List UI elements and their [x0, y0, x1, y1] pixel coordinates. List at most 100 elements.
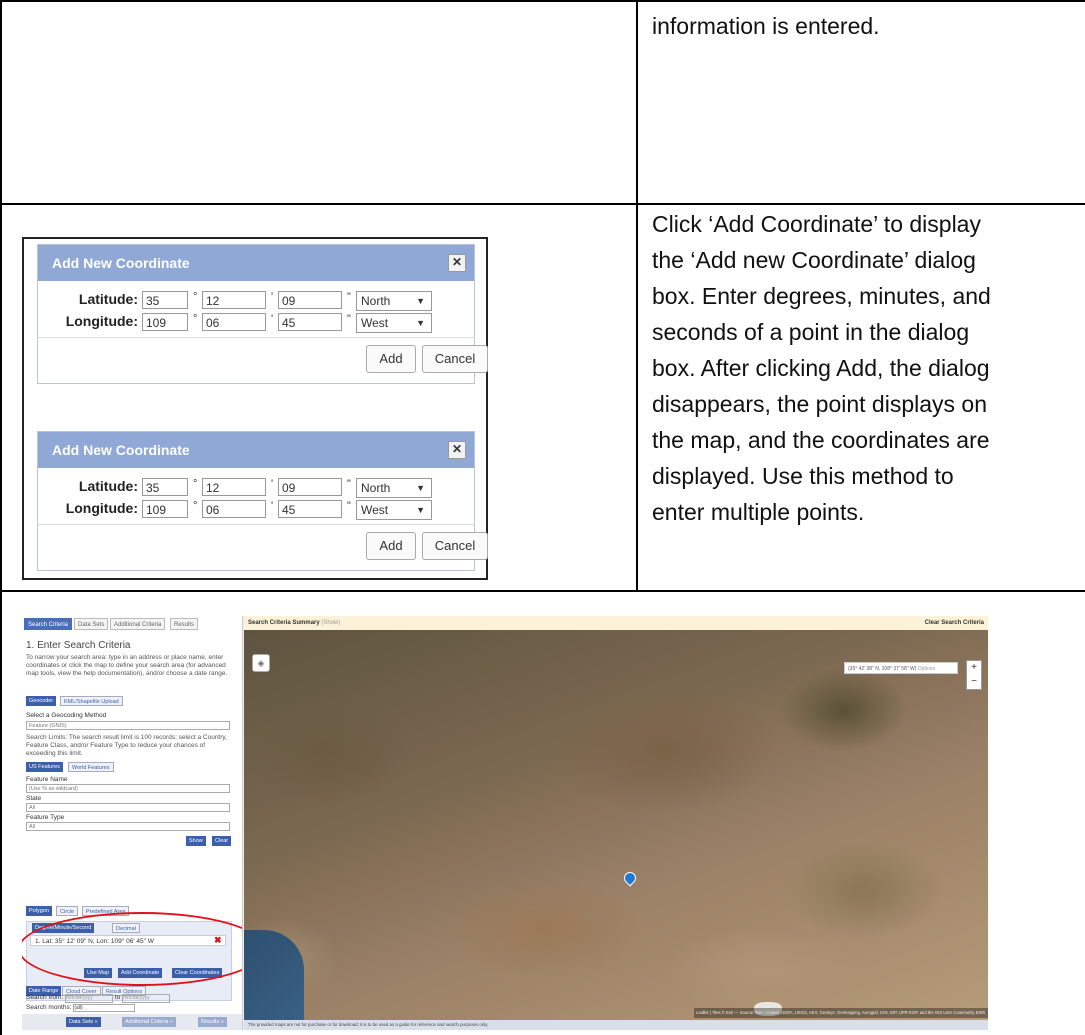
map-panel: Search Criteria Summary (Show) Clear Sea…	[244, 616, 988, 1030]
highlight-oval	[22, 912, 242, 986]
lon-sec-input[interactable]: 45	[278, 500, 342, 518]
clear-button[interactable]: Clear	[212, 836, 232, 846]
dialog-header: Add New Coordinate ✕	[38, 432, 474, 468]
layers-icon[interactable]: ◈	[252, 654, 270, 672]
feature-type-label: Feature Type	[26, 814, 65, 821]
instruction-line: disappears, the point displays on	[652, 391, 987, 417]
chevron-down-icon: ▼	[416, 505, 425, 515]
date-search-row: Search from: mm/dd/yyyy to mm/dd/yyyy	[26, 994, 171, 1003]
lon-deg-input[interactable]: 109	[142, 313, 188, 331]
search-summary-bar: Search Criteria Summary (Show) Clear Sea…	[244, 616, 988, 630]
dialog-divider	[38, 524, 474, 525]
deg-symbol: °	[193, 313, 198, 325]
data-sets-button[interactable]: Data Sets »	[66, 1017, 101, 1027]
lon-direction-value: West	[361, 503, 389, 517]
instruction-line: displayed. Use this method to	[652, 463, 954, 489]
longitude-label: Longitude:	[65, 313, 138, 329]
row1-text: information is entered.	[652, 13, 880, 39]
search-limits-text: Search Limits: The search result limit i…	[26, 734, 227, 757]
lat-deg-input[interactable]: 35	[142, 478, 188, 496]
tab-search-criteria[interactable]: Search Criteria	[24, 618, 73, 630]
search-months-label: Search months:	[26, 1004, 72, 1011]
satellite-map[interactable]: ◈ (35° 42' 38" N, 108° 37' 58" W) Option…	[244, 630, 988, 1030]
map-attribution: Leaflet | Tiles © Esri — Source: Esri, i…	[694, 1008, 988, 1018]
latitude-label: Latitude:	[78, 478, 138, 494]
deg-symbol: °	[193, 291, 198, 303]
min-symbol: '	[271, 500, 274, 512]
geocoding-label: Select a Geocoding Method	[26, 712, 107, 719]
feature-type-select[interactable]: All	[26, 822, 230, 831]
date-to-input[interactable]: mm/dd/yyyy	[122, 994, 171, 1003]
to-label: to	[114, 994, 121, 1001]
readout-options[interactable]: Options	[918, 666, 935, 672]
tab-additional-criteria[interactable]: Additional Criteria	[110, 618, 166, 630]
state-label: State	[26, 795, 42, 802]
tab-results[interactable]: Results	[170, 618, 199, 630]
coordinate-readout: (35° 42' 38" N, 108° 37' 58" W) Options	[844, 662, 958, 674]
lon-direction-select[interactable]: West ▼	[356, 313, 432, 333]
add-coordinate-dialog: Add New Coordinate ✕ Latitude: 35 ° 12 '…	[37, 431, 488, 571]
sec-symbol: "	[347, 291, 351, 303]
lon-deg-input[interactable]: 109	[142, 500, 188, 518]
lon-direction-select[interactable]: West ▼	[356, 500, 432, 520]
us-features-button[interactable]: US Features	[26, 762, 63, 772]
tab-circle[interactable]: Circle	[56, 906, 79, 916]
zoom-in-button[interactable]: +	[967, 661, 981, 675]
lat-deg-input[interactable]: 35	[142, 291, 188, 309]
zoom-control: + −	[966, 660, 982, 690]
search-months-select[interactable]: (all)	[73, 1004, 136, 1012]
map-pin-icon[interactable]	[621, 869, 639, 887]
date-from-input[interactable]: mm/dd/yyyy	[65, 994, 114, 1003]
cancel-button[interactable]: Cancel	[422, 345, 488, 373]
lat-direction-value: North	[361, 294, 391, 308]
sidebar-footer: Data Sets » Additional Criteria » Result…	[22, 1014, 242, 1030]
lon-sec-input[interactable]: 45	[278, 313, 342, 331]
search-summary-show[interactable]: (Show)	[321, 620, 340, 626]
close-icon[interactable]: ✕	[448, 254, 466, 272]
chevron-down-icon: ▼	[416, 296, 425, 306]
table-border-mid	[636, 0, 638, 592]
world-features-button[interactable]: World Features	[68, 762, 114, 772]
zoom-out-button[interactable]: −	[967, 675, 981, 689]
add-button[interactable]: Add	[366, 532, 416, 560]
sec-symbol: "	[347, 478, 351, 490]
feature-name-label: Feature Name	[26, 776, 68, 783]
tab-data-sets[interactable]: Data Sets	[74, 618, 109, 630]
earthexplorer-screenshot: Search Criteria Data Sets Additional Cri…	[22, 616, 988, 1030]
deg-symbol: °	[193, 478, 198, 490]
results-button[interactable]: Results »	[198, 1017, 227, 1027]
instruction-line: Click ‘Add Coordinate’ to display	[652, 211, 981, 237]
cancel-button[interactable]: Cancel	[422, 532, 488, 560]
row-divider-1	[0, 203, 1085, 205]
clear-search-criteria[interactable]: Clear Search Criteria	[925, 616, 984, 630]
instruction-line: box. After clicking Add, the dialog	[652, 355, 990, 381]
dialog-title: Add New Coordinate	[52, 442, 190, 458]
deg-symbol: °	[193, 500, 198, 512]
ocean-area	[244, 930, 304, 1030]
state-select[interactable]: All	[26, 803, 230, 812]
geocoding-select[interactable]: Feature (GNIS)	[26, 721, 230, 730]
search-summary-title: Search Criteria Summary	[248, 620, 320, 626]
lat-min-input[interactable]: 12	[202, 291, 266, 309]
latitude-label: Latitude:	[78, 291, 138, 307]
dialog-header: Add New Coordinate ✕	[38, 245, 474, 281]
lat-min-input[interactable]: 12	[202, 478, 266, 496]
lon-min-input[interactable]: 06	[202, 313, 266, 331]
feature-name-input[interactable]: (Use % as wildcard)	[26, 784, 230, 793]
lon-min-input[interactable]: 06	[202, 500, 266, 518]
close-icon[interactable]: ✕	[448, 441, 466, 459]
subtab-kml-upload[interactable]: KML/Shapefile Upload	[60, 696, 123, 706]
tab-polygon[interactable]: Polygon	[26, 906, 52, 916]
dialog-divider	[38, 337, 474, 338]
lat-sec-input[interactable]: 09	[278, 291, 342, 309]
additional-criteria-button[interactable]: Additional Criteria »	[122, 1017, 176, 1027]
lat-direction-select[interactable]: North ▼	[356, 291, 432, 311]
show-button[interactable]: Show	[186, 836, 206, 846]
instruction-line: enter multiple points.	[652, 499, 865, 525]
subtab-geocoder[interactable]: Geocoder	[26, 696, 57, 706]
add-button[interactable]: Add	[366, 345, 416, 373]
lat-direction-select[interactable]: North ▼	[356, 478, 432, 498]
lat-sec-input[interactable]: 09	[278, 478, 342, 496]
lat-direction-value: North	[361, 481, 391, 495]
table-border-left	[0, 0, 2, 1035]
